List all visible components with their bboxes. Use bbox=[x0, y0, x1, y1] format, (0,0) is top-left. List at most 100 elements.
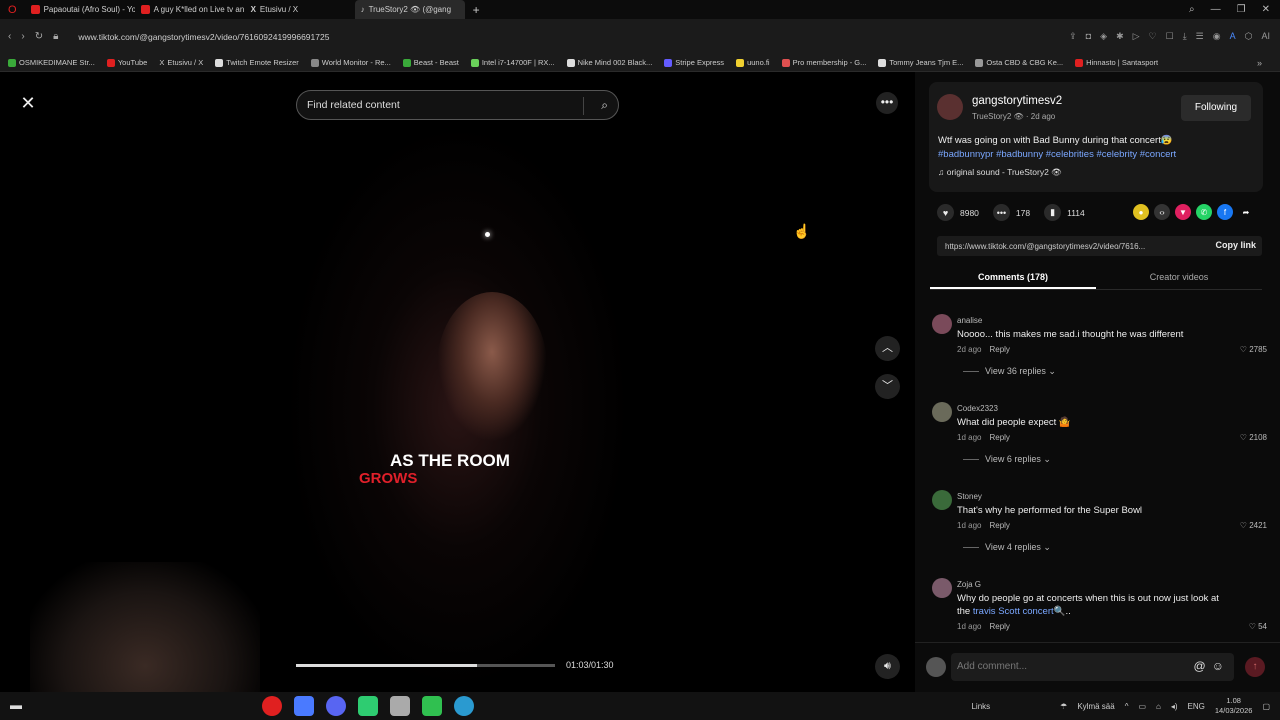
back-icon[interactable]: ‹ bbox=[8, 31, 11, 42]
comment-input[interactable]: Add comment... bbox=[951, 653, 1234, 681]
new-tab-icon[interactable]: + bbox=[465, 3, 488, 17]
mention-icon[interactable]: @ bbox=[1194, 659, 1206, 673]
comment-like[interactable]: ♡ 54 bbox=[1249, 622, 1267, 631]
close-icon[interactable]: ✕ bbox=[17, 92, 39, 114]
comment-author[interactable]: Stoney bbox=[957, 492, 982, 501]
heart-icon[interactable]: ♥ bbox=[937, 204, 954, 221]
reload-icon[interactable]: ↻ bbox=[35, 31, 43, 42]
cube-icon[interactable]: ⬡ bbox=[1245, 31, 1253, 42]
bookmark-item[interactable]: Beast - Beast bbox=[402, 58, 459, 67]
more-bookmarks-icon[interactable]: » bbox=[1257, 58, 1280, 68]
embed-icon[interactable]: ‹› bbox=[1154, 204, 1170, 220]
comment-author[interactable]: Zoja G bbox=[957, 580, 981, 589]
bookmark-icon[interactable]: ☐ bbox=[1166, 31, 1174, 42]
network-icon[interactable]: ⌂ bbox=[1156, 702, 1161, 711]
emoji-icon[interactable]: ☺ bbox=[1212, 659, 1224, 673]
search-link[interactable]: travis Scott concert bbox=[973, 606, 1054, 617]
volume-icon[interactable]: 🔊︎ bbox=[875, 654, 900, 679]
shield-app-icon[interactable] bbox=[390, 696, 410, 716]
copy-link-button[interactable]: Copy link bbox=[1215, 240, 1256, 250]
opera-icon[interactable]: O bbox=[0, 4, 25, 16]
progress-bar[interactable] bbox=[296, 664, 555, 667]
facebook-icon[interactable]: f bbox=[1217, 204, 1233, 220]
more-options-icon[interactable]: ••• bbox=[876, 92, 898, 114]
view-replies-button[interactable]: View 36 replies ⌄ bbox=[963, 366, 1056, 377]
extension-icon[interactable]: ✱ bbox=[1116, 31, 1124, 42]
view-replies-button[interactable]: View 6 replies ⌄ bbox=[963, 454, 1051, 465]
maximize-icon[interactable]: ❐ bbox=[1237, 4, 1246, 15]
post-comment-button[interactable]: ↑ bbox=[1245, 657, 1265, 677]
url-field[interactable]: www.tiktok.com/@gangstorytimesv2/video/7… bbox=[78, 32, 329, 42]
edge-icon[interactable] bbox=[454, 696, 474, 716]
heart-icon[interactable]: ♡ bbox=[1149, 31, 1157, 42]
search-input[interactable]: Find related content ⌕ bbox=[296, 90, 619, 120]
comment-like[interactable]: ♡ 2421 bbox=[1240, 521, 1267, 530]
download-icon[interactable]: ⤓ bbox=[1183, 31, 1187, 42]
sound-link[interactable]: ♫ original sound - TrueStory2 👁 bbox=[938, 167, 1062, 178]
avatar[interactable] bbox=[932, 314, 952, 334]
browser-tab[interactable]: Papaoutai (Afro Soul) - Yo bbox=[25, 0, 135, 19]
menu-icon[interactable]: ☰ bbox=[1196, 31, 1204, 42]
bookmark-item[interactable]: Intel i7-14700F | RX... bbox=[470, 58, 555, 67]
weather-label[interactable]: Kylmä sää bbox=[1077, 702, 1114, 711]
avatar[interactable] bbox=[932, 490, 952, 510]
tab-comments[interactable]: Comments (178) bbox=[930, 268, 1096, 289]
language-label[interactable]: ENG bbox=[1188, 702, 1205, 711]
tab-creator-videos[interactable]: Creator videos bbox=[1096, 268, 1262, 289]
ai-icon[interactable]: AI bbox=[1261, 31, 1270, 42]
chevron-down-icon[interactable]: ﹀ bbox=[875, 374, 900, 399]
bookmark-item[interactable]: uuno.fi bbox=[736, 58, 770, 67]
bookmark-item[interactable]: X Etusivu / X bbox=[159, 58, 203, 67]
comment-author[interactable]: analise bbox=[957, 316, 982, 325]
video-player[interactable]: AS THE ROOM GROWS bbox=[285, 122, 630, 692]
profile-icon[interactable]: ◉ bbox=[1213, 31, 1221, 42]
forward-icon[interactable]: › bbox=[21, 31, 24, 42]
reply-button[interactable]: Reply bbox=[989, 433, 1009, 442]
volume-icon[interactable]: ◂) bbox=[1171, 702, 1178, 711]
bookmark-item[interactable]: OSMIKEDIMANE Str... bbox=[8, 58, 95, 67]
chevron-up-icon[interactable]: ^ bbox=[1125, 702, 1129, 711]
following-button[interactable]: Following bbox=[1181, 95, 1251, 121]
share-icon[interactable]: ⇪ bbox=[1069, 31, 1077, 42]
discord-icon[interactable] bbox=[326, 696, 346, 716]
avatar[interactable] bbox=[937, 94, 963, 120]
bookmark-item[interactable]: YouTube bbox=[106, 58, 147, 67]
spotify-icon[interactable] bbox=[358, 696, 378, 716]
bookmark-item[interactable]: Hinnasto | Santasport bbox=[1075, 58, 1158, 67]
browser-tab[interactable]: X Etusivu / X bbox=[245, 0, 355, 19]
view-replies-button[interactable]: View 4 replies ⌄ bbox=[963, 542, 1051, 553]
comment-like[interactable]: ♡ 2785 bbox=[1240, 345, 1267, 354]
translate-icon[interactable]: A bbox=[1230, 31, 1236, 42]
notification-icon[interactable]: ▢ bbox=[1262, 702, 1270, 711]
links-label[interactable]: Links bbox=[971, 702, 990, 711]
minimize-icon[interactable]: — bbox=[1211, 4, 1221, 15]
bookmark-icon[interactable]: ▮ bbox=[1044, 204, 1062, 221]
search-tabs-icon[interactable]: ⌕ bbox=[1189, 4, 1195, 15]
bookmark-item[interactable]: Twitch Emote Resizer bbox=[215, 58, 299, 67]
browser-tab[interactable]: A guy K*lled on Live tv an bbox=[135, 0, 245, 19]
canva-icon[interactable] bbox=[294, 696, 314, 716]
bookmark-item[interactable]: Stripe Express bbox=[664, 58, 724, 67]
opera-icon[interactable] bbox=[262, 696, 282, 716]
game-icon[interactable] bbox=[422, 696, 442, 716]
bookmark-item[interactable]: World Monitor - Re... bbox=[310, 58, 391, 67]
bookmark-item[interactable]: Pro membership - G... bbox=[781, 58, 866, 67]
reply-button[interactable]: Reply bbox=[989, 521, 1009, 530]
bookmark-item[interactable]: Osta CBD & CBG Ke... bbox=[975, 58, 1063, 67]
whatsapp-icon[interactable]: ✆ bbox=[1196, 204, 1212, 220]
play-icon[interactable]: ▷ bbox=[1133, 31, 1140, 42]
start-icon[interactable]: ▬ bbox=[10, 698, 22, 712]
shield-icon[interactable]: ◈ bbox=[1100, 31, 1107, 42]
bookmark-item[interactable]: Tommy Jeans Tjm E... bbox=[878, 58, 963, 67]
clock[interactable]: 1.08 14/03/2026 bbox=[1215, 696, 1253, 716]
hashtags[interactable]: #badbunnypr #badbunny #celebrities #cele… bbox=[938, 149, 1176, 160]
bookmark-item[interactable]: Nike Mind 002 Black... bbox=[566, 58, 652, 67]
avatar[interactable] bbox=[932, 578, 952, 598]
camera-icon[interactable]: ◘ bbox=[1086, 31, 1091, 42]
display-icon[interactable]: ▭ bbox=[1138, 702, 1146, 711]
username[interactable]: gangstorytimesv2 bbox=[972, 95, 1062, 107]
close-window-icon[interactable]: ✕ bbox=[1262, 4, 1270, 15]
comment-icon[interactable]: ••• bbox=[992, 204, 1010, 221]
comment-author[interactable]: Codex2323 bbox=[957, 404, 998, 413]
avatar[interactable] bbox=[932, 402, 952, 422]
